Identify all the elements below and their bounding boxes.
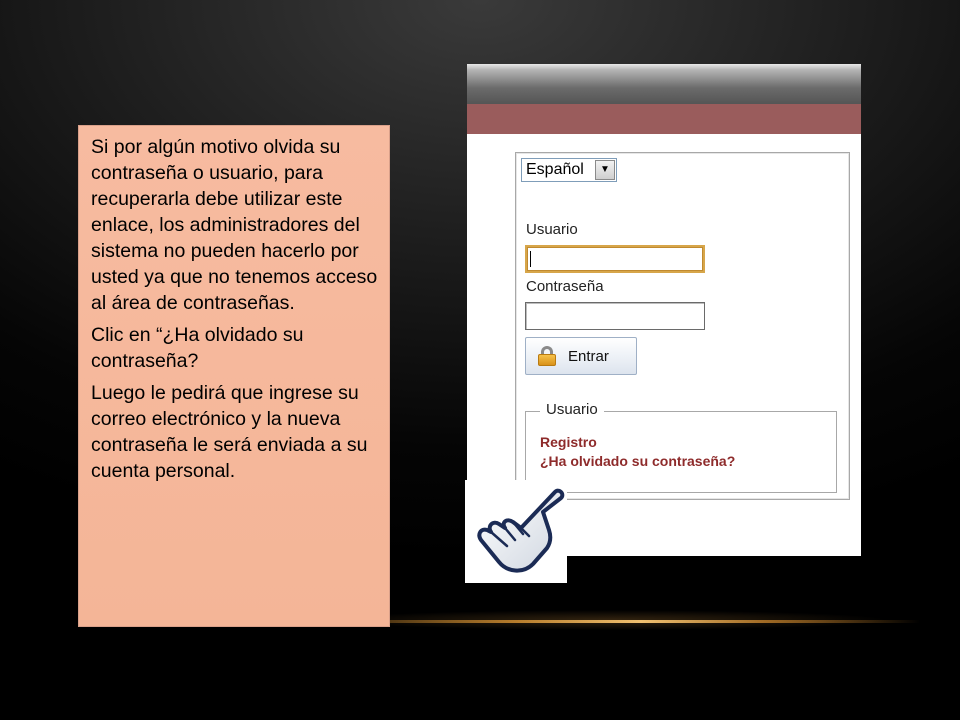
- user-section-title: Usuario: [540, 401, 604, 418]
- instruction-note: Si por algún motivo olvida su contraseña…: [78, 125, 390, 627]
- language-select[interactable]: Español ▼: [521, 158, 617, 182]
- username-label: Usuario: [526, 221, 578, 238]
- login-button[interactable]: Entrar: [525, 337, 637, 375]
- hand-cursor-panel: [465, 480, 567, 583]
- forgot-password-link[interactable]: ¿Ha olvidado su contraseña?: [540, 453, 735, 469]
- window-top-bar: [467, 64, 861, 104]
- floor-accent-line: [300, 620, 920, 623]
- register-link[interactable]: Registro: [540, 434, 597, 450]
- note-paragraph-1: Si por algún motivo olvida su contraseña…: [91, 136, 378, 314]
- username-input[interactable]: [525, 245, 705, 273]
- text-caret: [530, 251, 531, 267]
- login-button-label: Entrar: [568, 347, 609, 365]
- password-label: Contraseña: [526, 278, 604, 295]
- password-input[interactable]: [525, 302, 705, 330]
- site-header-bar: [467, 104, 861, 134]
- lock-icon: [538, 346, 556, 366]
- user-section: Usuario Registro ¿Ha olvidado su contras…: [525, 401, 837, 493]
- note-paragraph-3: Luego le pedirá que ingrese su correo el…: [91, 382, 368, 482]
- language-select-value: Español: [526, 161, 584, 178]
- note-paragraph-2: Clic en “¿Ha olvidado su contraseña?: [91, 324, 304, 372]
- chevron-down-icon[interactable]: ▼: [595, 160, 615, 180]
- hand-pointer-icon: [477, 488, 565, 573]
